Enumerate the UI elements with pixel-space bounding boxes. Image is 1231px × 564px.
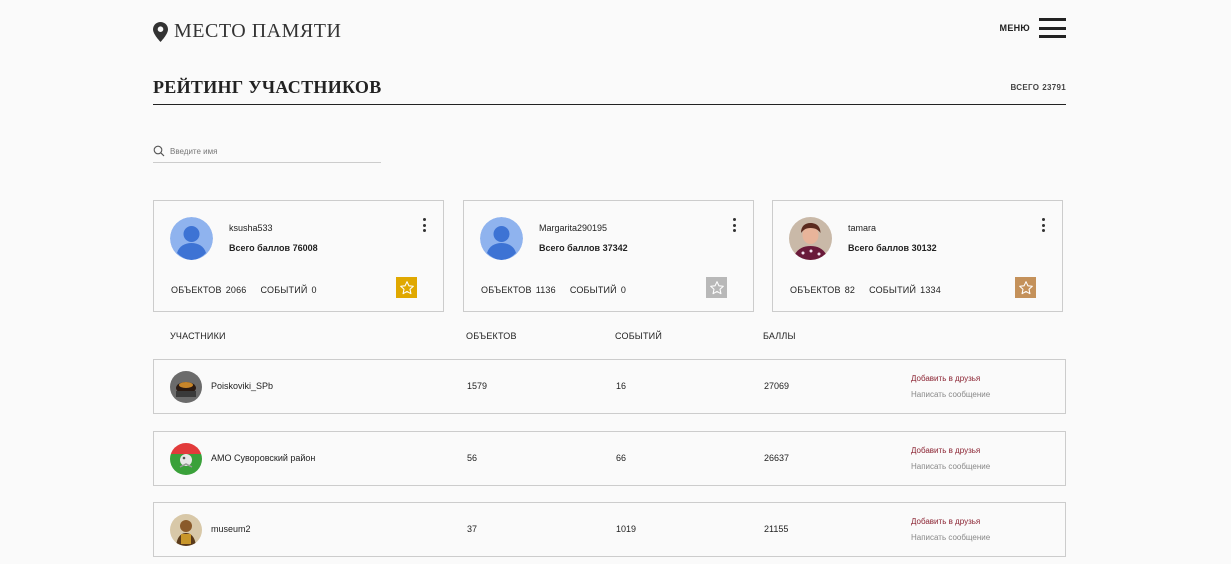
objects-value: 2066 (225, 285, 247, 295)
avatar[interactable] (170, 371, 202, 403)
user-name[interactable]: АМО Суворовский район (211, 453, 315, 463)
star-icon (709, 280, 724, 294)
column-header-participants: УЧАСТНИКИ (170, 331, 226, 341)
objects-value: 82 (844, 285, 856, 295)
events-label: СОБЫТИЙ (569, 285, 617, 295)
more-vertical-icon[interactable] (1041, 218, 1045, 232)
total-label: ВСЕГО (1010, 83, 1040, 92)
points-value: 26637 (764, 453, 790, 463)
objects-value: 37 (467, 524, 478, 534)
user-stats: ОБЪЕКТОВ 2066 СОБЫТИЙ 0 (171, 285, 317, 295)
events-value: 16 (616, 381, 627, 391)
table-row: Poiskoviki_SPb 1579 16 27069 Добавить в … (153, 359, 1066, 414)
star-icon (1018, 280, 1033, 294)
total-score: Всего баллов 37342 (539, 243, 628, 253)
objects-value: 1579 (467, 381, 488, 391)
avatar[interactable] (480, 217, 523, 260)
score-value: 37342 (602, 243, 628, 253)
user-stats: ОБЪЕКТОВ 1136 СОБЫТИЙ 0 (481, 285, 626, 295)
avatar[interactable] (170, 443, 202, 475)
more-vertical-icon[interactable] (732, 218, 736, 232)
column-header-objects: ОБЪЕКТОВ (466, 331, 517, 341)
send-message-link[interactable]: Написать сообщение (911, 390, 990, 399)
events-value: 1019 (616, 524, 637, 534)
total-count: ВСЕГО 23791 (1008, 83, 1067, 92)
user-name[interactable]: tamara (848, 223, 876, 233)
objects-value: 56 (467, 453, 478, 463)
events-value: 0 (620, 285, 627, 295)
events-label: СОБЫТИЙ (869, 285, 917, 295)
avatar[interactable] (170, 514, 202, 546)
add-friend-link[interactable]: Добавить в друзья (911, 446, 980, 455)
menu-label: МЕНЮ (999, 23, 1030, 33)
column-header-events: СОБЫТИЙ (615, 331, 663, 341)
top-card-2[interactable]: Margarita290195 Всего баллов 37342 ОБЪЕК… (463, 200, 754, 312)
user-name[interactable]: ksusha533 (229, 223, 273, 233)
add-friend-link[interactable]: Добавить в друзья (911, 517, 980, 526)
user-name[interactable]: Poiskoviki_SPb (211, 381, 273, 391)
score-label: Всего баллов (539, 243, 601, 253)
send-message-link[interactable]: Написать сообщение (911, 533, 990, 542)
menu-button[interactable]: МЕНЮ (1000, 18, 1066, 38)
score-label: Всего баллов (229, 243, 291, 253)
user-stats: ОБЪЕКТОВ 82 СОБЫТИЙ 1334 (790, 285, 941, 295)
search-input[interactable] (170, 146, 370, 156)
column-header-points: БАЛЛЫ (763, 331, 796, 341)
more-vertical-icon[interactable] (422, 218, 426, 232)
objects-label: ОБЪЕКТОВ (790, 285, 841, 295)
divider (153, 104, 1066, 105)
search-bar (153, 140, 381, 163)
bronze-badge (1015, 277, 1036, 298)
page: МЕСТО ПАМЯТИ МЕНЮ РЕЙТИНГ УЧАСТНИКОВ ВСЕ… (153, 0, 1066, 564)
hamburger-icon[interactable] (1039, 18, 1066, 38)
score-label: Всего баллов (848, 243, 910, 253)
events-value: 0 (311, 285, 317, 295)
search-icon (153, 145, 165, 157)
top-card-1[interactable]: ksusha533 Всего баллов 76008 ОБЪЕКТОВ 20… (153, 200, 444, 312)
logo-text: МЕСТО ПАМЯТИ (174, 20, 342, 42)
score-value: 30132 (911, 243, 937, 253)
total-value: 23791 (1042, 83, 1066, 92)
top-card-3[interactable]: tamara Всего баллов 30132 ОБЪЕКТОВ 82 СО… (772, 200, 1063, 312)
add-friend-link[interactable]: Добавить в друзья (911, 374, 980, 383)
total-score: Всего баллов 76008 (229, 243, 318, 253)
page-title: РЕЙТИНГ УЧАСТНИКОВ (153, 77, 382, 97)
objects-label: ОБЪЕКТОВ (481, 285, 532, 295)
events-label: СОБЫТИЙ (260, 285, 308, 295)
score-value: 76008 (292, 243, 318, 253)
avatar[interactable] (170, 217, 213, 260)
send-message-link[interactable]: Написать сообщение (911, 462, 990, 471)
map-pin-icon (153, 21, 168, 42)
avatar[interactable] (789, 217, 832, 260)
points-value: 21155 (764, 524, 789, 534)
points-value: 27069 (764, 381, 790, 391)
silver-badge (706, 277, 727, 298)
total-score: Всего баллов 30132 (848, 243, 937, 253)
events-value: 1334 (920, 285, 941, 295)
gold-badge (396, 277, 417, 298)
user-name[interactable]: Margarita290195 (539, 223, 607, 233)
user-name[interactable]: museum2 (211, 524, 251, 534)
table-row: АМО Суворовский район 56 66 26637 Добави… (153, 431, 1066, 486)
star-icon (399, 280, 414, 294)
objects-value: 1136 (535, 285, 556, 295)
logo[interactable]: МЕСТО ПАМЯТИ (153, 20, 341, 43)
table-row: museum2 37 1019 21155 Добавить в друзья … (153, 502, 1066, 557)
events-value: 66 (616, 453, 627, 463)
objects-label: ОБЪЕКТОВ (171, 285, 222, 295)
